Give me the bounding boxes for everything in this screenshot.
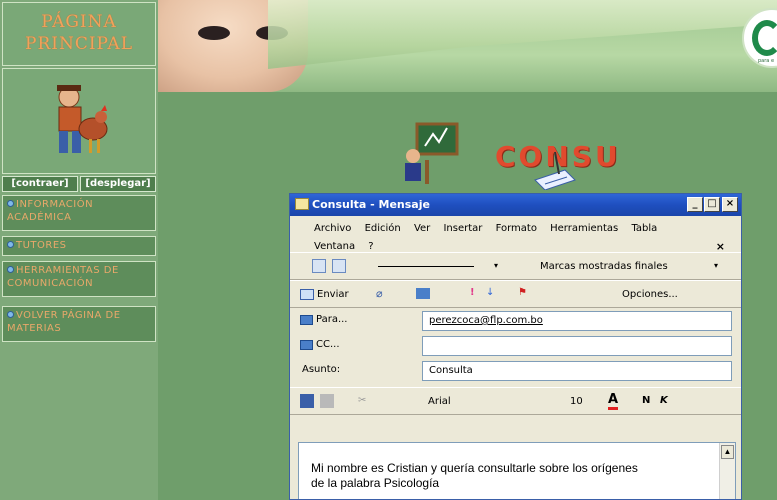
send-icon [300,289,314,300]
sidebar-item-back-to-courses[interactable]: VOLVER PÁGINA DE MATERIAS [2,306,156,342]
subject-row: Asunto: Consulta [290,358,741,383]
minimize-button[interactable]: _ [687,197,703,212]
menu-bar: Archivo Edición Ver Insertar Formato Her… [290,216,741,253]
sidebar: PÁGINA PRINCIPAL [contraer] [desplegar] … [0,0,158,500]
italic-button[interactable]: K [660,395,668,406]
scroll-up-icon[interactable]: ▲ [721,445,734,459]
save-icon[interactable] [300,394,314,408]
font-size-select[interactable]: 10 [570,396,583,407]
menu-edicion[interactable]: Edición [365,223,401,234]
bold-button[interactable]: N [642,395,650,406]
menu-ventana[interactable]: Ventana [314,241,355,252]
to-button[interactable]: Para... [316,314,347,325]
subject-field[interactable]: Consulta [422,361,732,381]
banner-decoration [268,0,777,69]
teacher-chalkboard-icon [405,122,459,184]
collapse-link[interactable]: [contraer] [2,176,78,192]
cut-icon[interactable]: ✂ [358,395,366,406]
bullet-icon [7,311,14,318]
menu-ver[interactable]: Ver [414,223,430,234]
bullet-icon [7,241,14,248]
cc-row: CC... [290,333,741,358]
mascot-illustration [57,85,108,153]
chevron-down-icon[interactable]: ▾ [714,261,718,270]
writing-paper-icon [534,151,576,190]
to-row: Para... perezcoca@flp.com.bo [290,308,741,333]
sidebar-item-label: VOLVER PÁGINA DE MATERIAS [7,310,121,334]
font-select[interactable]: Arial [428,396,451,407]
sidebar-item-communication-tools[interactable]: HERRAMIENTAS DE COMUNICACIÓN [2,261,156,297]
window-titlebar[interactable]: Consulta - Mensaje _ □ × [290,194,741,216]
header-banner: para e [158,0,777,92]
options-button[interactable]: Opciones... [622,289,678,300]
close-button[interactable]: × [722,197,738,212]
cc-button[interactable]: CC... [316,339,340,350]
markup-display-select[interactable]: Marcas mostradas finales [540,261,700,272]
home-title-line1: PÁGINA [41,12,117,32]
sidebar-item-label: HERRAMIENTAS DE COMUNICACIÓN [7,265,119,289]
home-title-line2: PRINCIPAL [25,34,133,54]
review-toolbar: ▾ Marcas mostradas finales ▾ [290,252,741,280]
eye-shape [198,26,230,40]
flag-icon[interactable]: ⚑ [518,287,527,298]
mascot-panel [2,68,156,174]
line-style-selector[interactable] [378,266,474,267]
logo-caption: para e [758,58,775,64]
menu-formato[interactable]: Formato [496,223,537,234]
subject-label: Asunto: [302,364,341,375]
importance-low-icon[interactable]: ↓ [486,287,494,298]
address-book-icon [300,315,313,325]
menu-insertar[interactable]: Insertar [443,223,482,234]
logo-mark-icon [752,20,777,56]
menu-help[interactable]: ? [368,241,373,252]
expand-link[interactable]: [desplegar] [80,176,156,192]
message-body[interactable]: Mi nombre es Cristian y quería consultar… [298,442,736,499]
address-book-icon[interactable] [416,288,430,299]
menu-tabla[interactable]: Tabla [631,223,657,234]
bullet-icon [7,200,14,207]
chevron-down-icon[interactable]: ▾ [494,261,498,270]
print-icon[interactable] [320,394,334,408]
body-line-2: de la palabra Psicología [311,476,440,490]
envelope-icon [295,198,309,210]
message-toolbar: Enviar ⌀ ! ↓ ⚑ Opciones... [290,280,741,308]
message-window: Consulta - Mensaje _ □ × Archivo Edición… [289,193,742,500]
sidebar-item-tutors[interactable]: TUTORES [2,236,156,256]
font-color-icon[interactable]: A [608,392,619,410]
section-heading: CONSU [395,120,635,190]
address-book-icon [300,340,313,350]
sidebar-item-label: INFORMACIÓN ACADÉMICA [7,199,94,223]
collapse-expand-bar: [contraer] [desplegar] [2,176,156,192]
menu-herramientas[interactable]: Herramientas [550,223,618,234]
window-title: Consulta - Mensaje [312,198,430,211]
edit-icon[interactable] [312,259,326,273]
sidebar-item-label: TUTORES [16,240,67,251]
menu-archivo[interactable]: Archivo [314,223,351,234]
cc-field[interactable] [422,336,732,356]
send-button[interactable]: Enviar [317,289,349,300]
to-field[interactable]: perezcoca@flp.com.bo [422,311,732,331]
importance-high-icon[interactable]: ! [470,287,475,298]
format-toolbar: ✂ Arial 10 A N K [290,387,741,415]
body-line-1: Mi nombre es Cristian y quería consultar… [311,461,638,475]
home-title-link[interactable]: PÁGINA PRINCIPAL [2,2,156,66]
to-recipient[interactable]: perezcoca@flp.com.bo [429,315,543,326]
maximize-button[interactable]: □ [704,197,720,212]
body-scrollbar[interactable]: ▲ [719,443,735,499]
bullet-icon [7,266,14,273]
sidebar-item-academic-info[interactable]: INFORMACIÓN ACADÉMICA [2,195,156,231]
edit-alt-icon[interactable] [332,259,346,273]
paperclip-icon[interactable]: ⌀ [376,287,383,300]
